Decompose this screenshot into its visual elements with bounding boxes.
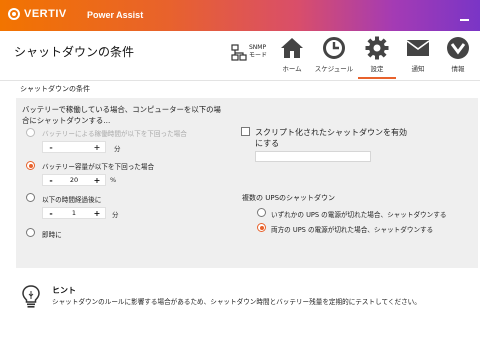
battery-capacity-stepper[interactable]: - 20 + (42, 174, 106, 186)
top-bar: VERTIV Power Assist (0, 0, 480, 31)
nav-settings-label: 設定 (370, 65, 384, 73)
runtime-increment-button[interactable]: + (93, 143, 101, 152)
elapsed-increment-button[interactable]: + (93, 209, 101, 218)
capacity-decrement-button[interactable]: - (47, 176, 55, 185)
nav-settings[interactable]: 設定 (359, 36, 395, 73)
elapsed-decrement-button[interactable]: - (47, 209, 55, 218)
mail-icon (406, 40, 430, 56)
app-name: Power Assist (87, 10, 144, 20)
conditions-description: バッテリーで稼働している場合、コンピューターを以下の場合にシャットダウンする..… (22, 105, 221, 125)
runtime-stepper[interactable]: - + (42, 141, 106, 153)
capacity-unit: % (110, 176, 117, 184)
capacity-value[interactable]: 20 (70, 176, 78, 184)
logo-text: VERTIV (24, 8, 67, 20)
snmp-mode-label: モード (249, 52, 268, 59)
nav-info[interactable]: 情報 (440, 36, 476, 73)
vertiv-logo: VERTIV (8, 8, 67, 20)
hint-title: ヒント (52, 286, 76, 295)
snmp-mode-button[interactable]: SNMP モード (231, 44, 267, 62)
option-battery-capacity-label: バッテリー容量が以下を下回った場合 (42, 163, 155, 171)
active-tab-indicator (358, 77, 396, 79)
nav-notifications[interactable]: 通知 (400, 36, 436, 73)
home-icon (281, 38, 303, 58)
nav-schedule[interactable]: スケジュール (314, 36, 354, 73)
info-chevron-icon (447, 37, 469, 59)
elapsed-unit: 分 (112, 211, 119, 219)
header-divider (0, 80, 480, 81)
snmp-label: SNMP (249, 44, 267, 51)
nav-schedule-label: スケジュール (314, 65, 354, 73)
scripted-shutdown-checkbox[interactable] (241, 127, 250, 136)
radio-elapsed-time[interactable] (26, 193, 35, 202)
both-ups-label: 両方の UPS の電源が切れた場合、シャットダウンする (271, 226, 434, 234)
radio-runtime[interactable] (26, 128, 35, 137)
minimize-button[interactable] (460, 19, 469, 21)
page-title: シャットダウンの条件 (14, 45, 135, 59)
vertiv-logo-icon (8, 8, 20, 20)
network-icon (231, 44, 247, 61)
option-runtime-label: バッテリーによる稼働時間が以下を下回った場合 (42, 130, 187, 138)
elapsed-time-stepper[interactable]: - 1 + (42, 207, 106, 219)
nav-home[interactable]: ホーム (274, 36, 310, 73)
any-ups-label: いずれかの UPS の電源が切れた場合、シャットダウンする (271, 211, 447, 219)
radio-immediately[interactable] (26, 228, 35, 237)
section-title: シャットダウンの条件 (20, 85, 90, 93)
hint-text: シャットダウンのルールに影響する場合があるため、シャットダウン時間とバッテリー残… (52, 298, 421, 306)
nav-info-label: 情報 (451, 65, 465, 73)
gear-icon (365, 36, 389, 60)
elapsed-value[interactable]: 1 (72, 209, 76, 217)
runtime-unit: 分 (114, 145, 121, 153)
radio-battery-capacity[interactable] (26, 161, 35, 170)
lightbulb-icon (22, 285, 40, 313)
nav-notifications-label: 通知 (411, 65, 425, 73)
clock-icon (323, 37, 345, 59)
radio-both-ups[interactable] (257, 223, 266, 232)
option-immediately-label: 即時に (42, 231, 62, 239)
capacity-increment-button[interactable]: + (93, 176, 101, 185)
nav-home-label: ホーム (282, 65, 302, 73)
runtime-decrement-button[interactable]: - (47, 143, 55, 152)
multi-ups-title: 複数の UPSのシャットダウン (242, 194, 336, 202)
script-path-input[interactable] (255, 151, 371, 162)
scripted-shutdown-label: スクリプト化されたシャットダウンを有効にする (255, 128, 407, 148)
radio-any-ups[interactable] (257, 208, 266, 217)
option-elapsed-time-label: 以下の時間経過後に (42, 196, 102, 204)
